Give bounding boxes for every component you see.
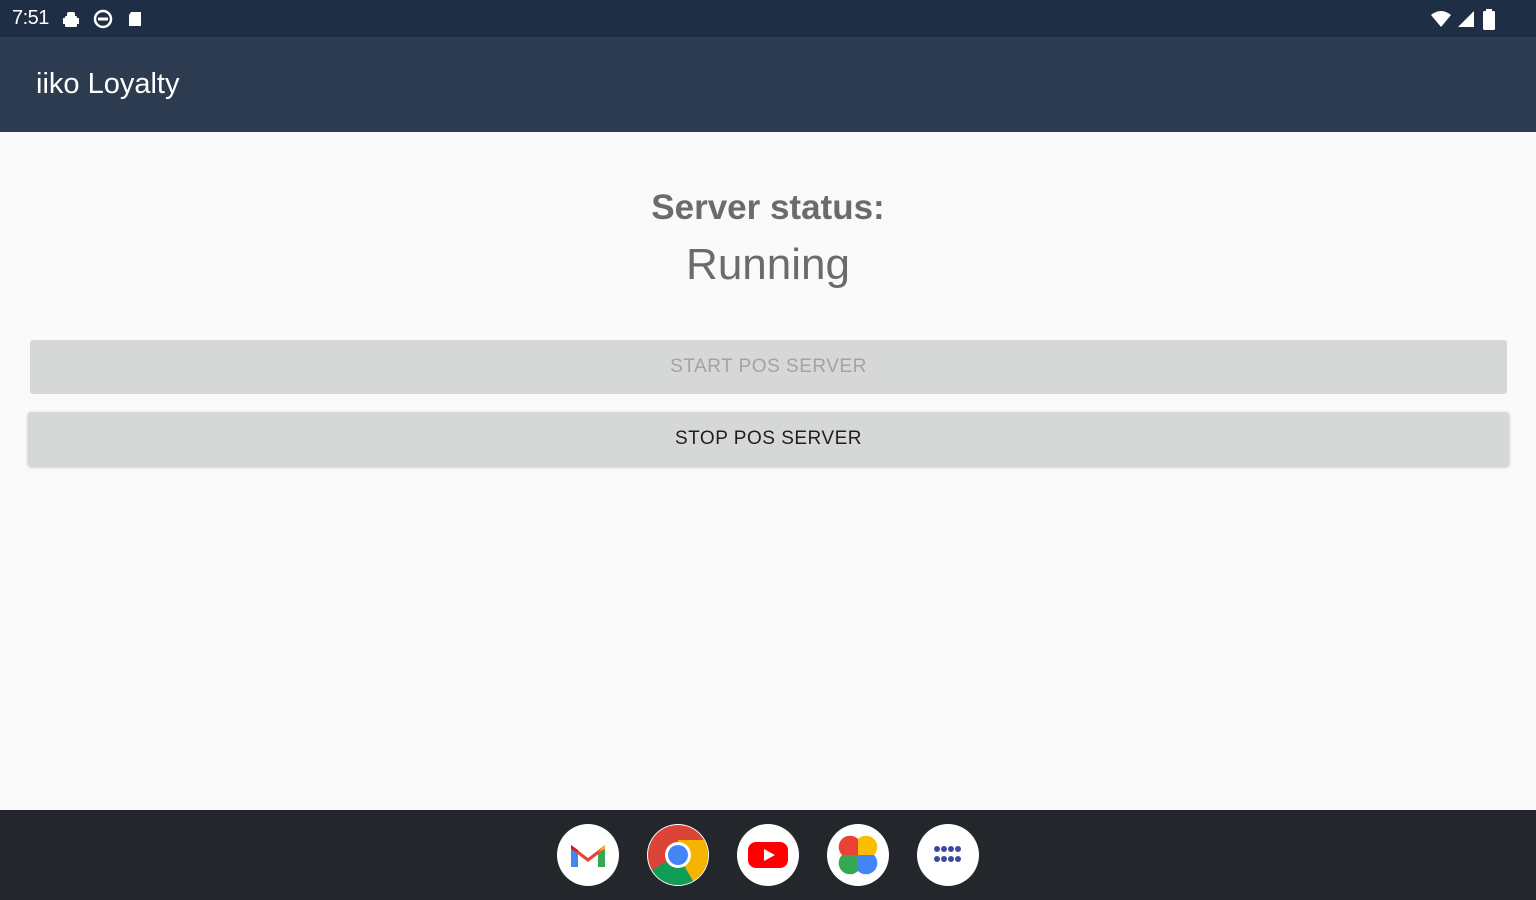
stop-pos-server-button[interactable]: STOP POS SERVER	[28, 412, 1509, 466]
sd-card-icon	[125, 9, 145, 29]
battery-icon	[1482, 8, 1496, 30]
app-bar: iiko Loyalty	[0, 37, 1536, 132]
main-content: Server status: Running START POS SERVER …	[0, 132, 1536, 810]
android-debug-icon	[61, 9, 81, 29]
photos-icon[interactable]	[827, 824, 889, 886]
status-bar: 7:51	[0, 0, 1536, 37]
data-saver-icon	[93, 9, 113, 29]
app-drawer-icon[interactable]	[917, 824, 979, 886]
wifi-icon	[1430, 9, 1451, 29]
server-status-label: Server status:	[651, 188, 885, 227]
taskbar	[0, 810, 1536, 900]
gmail-icon[interactable]	[557, 824, 619, 886]
status-right	[1430, 8, 1524, 30]
status-time: 7:51	[12, 7, 49, 29]
status-left: 7:51	[12, 7, 145, 30]
server-status-value: Running	[686, 240, 850, 289]
chrome-icon[interactable]	[647, 824, 709, 886]
cell-signal-icon	[1456, 9, 1476, 29]
start-pos-server-button[interactable]: START POS SERVER	[30, 340, 1507, 394]
youtube-icon[interactable]	[737, 824, 799, 886]
app-title: iiko Loyalty	[36, 68, 180, 100]
